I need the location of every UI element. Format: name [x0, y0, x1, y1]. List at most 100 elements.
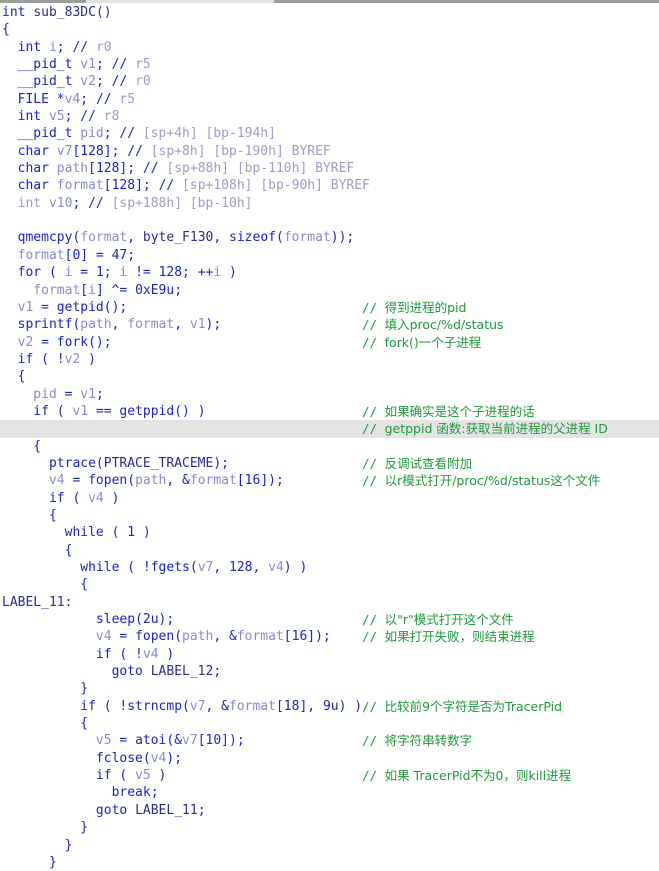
code-line[interactable]: ptrace(PTRACE_TRACEME); // 反调试查看附加 — [0, 455, 659, 472]
code-text: if ( v1 == getppid() ) — [2, 403, 206, 419]
code-text: } — [2, 820, 89, 836]
code-comment: // 以r模式打开/proc/%d/status这个文件 — [362, 473, 601, 489]
code-text: char v7[128]; // [sp+8h] [bp-190h] BYREF — [2, 143, 331, 159]
code-line[interactable]: pid = v1; — [0, 386, 659, 403]
code-text: v5 = atoi(&v7[10]); — [2, 733, 245, 749]
code-text: sprintf(path, format, v1); — [2, 317, 222, 333]
code-line[interactable]: if ( v5 ) // 如果 TracerPid不为0，则kill进程 — [0, 767, 659, 784]
code-line[interactable]: char format[128]; // [sp+108h] [bp-90h] … — [0, 177, 659, 194]
code-line[interactable]: __pid_t pid; // [sp+4h] [bp-194h] — [0, 125, 659, 142]
code-comment: // 如果确实是这个子进程的话 — [362, 403, 535, 419]
code-line-highlighted[interactable]: // getppid 函数:获取当前进程的父进程 ID — [0, 420, 659, 438]
code-line[interactable]: char path[128]; // [sp+88h] [bp-110h] BY… — [0, 160, 659, 177]
pseudocode-view[interactable]: int sub_83DC() { int i; // r0 __pid_t v1… — [0, 4, 659, 870]
code-text: goto LABEL_11; — [2, 802, 206, 818]
code-text: break; — [2, 785, 159, 801]
code-line[interactable]: goto LABEL_12; — [0, 663, 659, 680]
code-text: FILE *v4; // r5 — [2, 91, 136, 107]
code-text: __pid_t v2; // r0 — [2, 74, 151, 90]
code-line[interactable]: FILE *v4; // r5 — [0, 91, 659, 108]
code-line[interactable]: if ( v1 == getppid() ) // 如果确实是这个子进程的话 — [0, 403, 659, 420]
code-line[interactable]: format[i] ^= 0xE9u; — [0, 282, 659, 299]
code-text: fclose(v4); — [2, 750, 183, 766]
code-text: v1 = getpid(); — [2, 299, 128, 315]
code-text: LABEL_11: — [2, 594, 73, 610]
code-line[interactable]: v2 = fork(); // fork()一个子进程 — [0, 334, 659, 351]
code-line[interactable]: if ( v4 ) — [0, 490, 659, 507]
code-line[interactable]: } — [0, 819, 659, 836]
code-line[interactable]: fclose(v4); — [0, 750, 659, 767]
code-text: { — [2, 369, 26, 385]
code-line[interactable]: while ( !fgets(v7, 128, v4) ) — [0, 559, 659, 576]
code-text: { — [2, 438, 42, 454]
code-line[interactable]: { — [0, 21, 659, 38]
code-line[interactable]: v1 = getpid(); // 得到进程的pid — [0, 299, 659, 316]
code-line[interactable]: sleep(2u); // 以"r"模式打开这个文件 — [0, 611, 659, 628]
code-line[interactable]: break; — [0, 784, 659, 801]
code-line[interactable]: if ( !strncmp(v7, &format[18], 9u) )// 比… — [0, 698, 659, 715]
code-text: goto LABEL_12; — [2, 664, 222, 680]
code-text: if ( v4 ) — [2, 490, 120, 506]
code-text: v4 = fopen(path, &format[16]); — [2, 629, 331, 645]
code-text: format[i] ^= 0xE9u; — [2, 282, 183, 298]
code-line[interactable]: while ( 1 ) — [0, 524, 659, 541]
code-text: ptrace(PTRACE_TRACEME); — [2, 455, 229, 471]
code-line[interactable]: { — [0, 542, 659, 559]
code-line[interactable]: sprintf(path, format, v1); // 填入proc/%d/s… — [0, 316, 659, 333]
code-line-label[interactable]: LABEL_11: — [0, 594, 659, 611]
code-text: while ( !fgets(v7, 128, v4) ) — [2, 560, 308, 575]
toolbar-strip-right — [274, 0, 659, 3]
code-line[interactable]: { — [0, 368, 659, 385]
code-line[interactable]: } — [0, 837, 659, 854]
code-line[interactable]: { — [0, 438, 659, 455]
code-line[interactable]: } — [0, 854, 659, 871]
code-line[interactable]: int v5; // r8 — [0, 108, 659, 125]
code-text: if ( !strncmp(v7, &format[18], 9u) ) — [2, 698, 363, 714]
code-comment: // 如果打开失败，则结束进程 — [362, 629, 535, 645]
code-text: for ( i = 1; i != 128; ++i ) — [2, 265, 237, 281]
code-line[interactable]: { — [0, 576, 659, 593]
code-line[interactable]: __pid_t v2; // r0 — [0, 73, 659, 90]
code-line[interactable]: format[0] = 47; — [0, 247, 659, 264]
code-line[interactable]: v4 = fopen(path, &format[16]); // 以r模式打开/… — [0, 472, 659, 489]
code-line[interactable]: char v7[128]; // [sp+8h] [bp-190h] BYREF — [0, 143, 659, 160]
code-text: format[0] = 47; — [2, 247, 136, 263]
code-text: { — [2, 542, 73, 558]
code-text: } — [2, 854, 57, 870]
code-line[interactable]: v5 = atoi(&v7[10]); // 将字符串转数字 — [0, 732, 659, 749]
code-comment: // 填入proc/%d/status — [362, 317, 504, 333]
code-text: int v10; // [sp+188h] [bp-10h] — [2, 195, 253, 211]
code-comment: // 将字符串转数字 — [362, 733, 473, 749]
code-line[interactable]: if ( !v2 ) — [0, 351, 659, 368]
code-text: { — [2, 716, 89, 732]
code-line[interactable]: __pid_t v1; // r5 — [0, 56, 659, 73]
code-text: if ( !v4 ) — [2, 646, 175, 662]
code-text: { — [2, 577, 89, 593]
code-text: int sub_83DC() — [2, 5, 112, 20]
code-line[interactable]: v4 = fopen(path, &format[16]); // 如果打开失败，… — [0, 628, 659, 645]
code-text: int v5; // r8 — [2, 109, 120, 125]
code-line[interactable]: } — [0, 680, 659, 697]
code-text: pid = v1; — [2, 386, 104, 402]
code-line[interactable]: goto LABEL_11; — [0, 802, 659, 819]
code-line[interactable]: qmemcpy(format, byte_F130, sizeof(format… — [0, 229, 659, 246]
code-line[interactable]: for ( i = 1; i != 128; ++i ) — [0, 264, 659, 281]
toolbar-strip-active-tab — [86, 0, 274, 3]
code-comment: // 比较前9个字符是否为TracerPid — [362, 698, 563, 714]
code-comment: // 以"r"模式打开这个文件 — [362, 612, 514, 628]
code-text: int i; // r0 — [2, 39, 112, 55]
code-text: { — [2, 507, 57, 523]
code-text: { — [2, 22, 10, 38]
code-line[interactable]: int sub_83DC() — [0, 4, 659, 21]
code-text: v4 = fopen(path, &format[16]); — [2, 473, 284, 489]
code-line[interactable]: if ( !v4 ) — [0, 646, 659, 663]
code-line[interactable]: int i; // r0 — [0, 39, 659, 56]
code-text: char path[128]; // [sp+88h] [bp-110h] BY… — [2, 161, 355, 177]
code-line[interactable]: { — [0, 507, 659, 524]
code-text: __pid_t v1; // r5 — [2, 57, 151, 73]
code-line[interactable]: { — [0, 715, 659, 732]
code-text: v2 = fork(); — [2, 334, 112, 350]
code-text: char format[128]; // [sp+108h] [bp-90h] … — [2, 178, 370, 194]
code-line[interactable]: int v10; // [sp+188h] [bp-10h] — [0, 195, 659, 212]
